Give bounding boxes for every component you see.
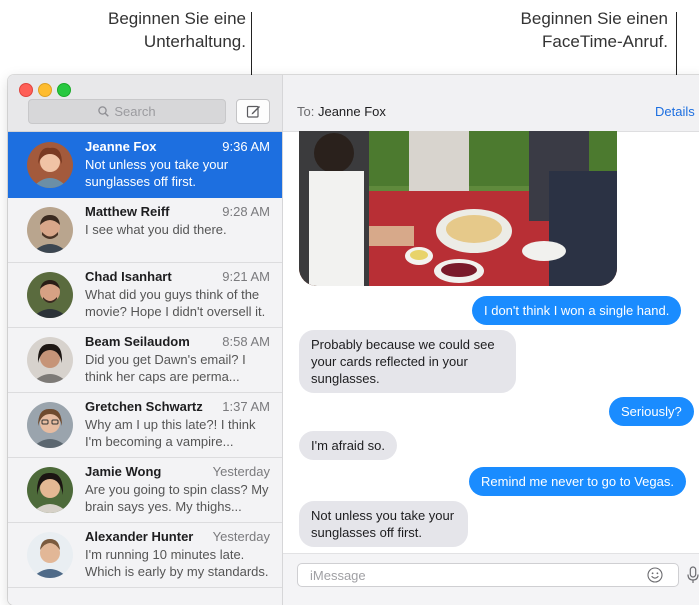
avatar [27,532,73,578]
message-preview: Why am I up this late?! I think I'm beco… [85,417,256,449]
recipient-name: Jeanne Fox [317,104,386,119]
message-time: 8:58 AM [222,334,270,349]
avatar [27,337,73,383]
message-preview: Not unless you take your sunglasses off … [85,157,229,189]
avatar [27,272,73,318]
contact-name: Alexander Hunter [85,529,194,544]
emoji-icon[interactable] [647,567,663,583]
compose-bar: iMessage [283,553,699,605]
details-button[interactable]: Details [655,104,695,119]
conversation-row[interactable]: Matthew Reiff 9:28 AM I see what you did… [8,197,282,263]
received-message[interactable]: I'm afraid so. [299,431,398,460]
avatar [27,402,73,448]
message-time: 1:37 AM [222,399,270,414]
message-time: 9:28 AM [222,204,270,219]
conversation-row[interactable]: Jamie Wong Yesterday Are you going to sp… [8,457,282,523]
sent-message[interactable]: Remind me never to go to Vegas. [469,467,686,496]
conversation-sidebar: Search Jeanne Fox 9:36 AM Not unless you… [8,75,283,605]
sidebar-toolbar: Search [8,75,282,132]
zoom-window-button[interactable] [57,83,71,97]
message-preview: I'm running 10 minutes late. Which is ea… [85,547,269,579]
message-input[interactable]: iMessage [297,563,679,587]
facetime-callout-line1: Beginnen Sie einen [520,9,668,28]
avatar [27,467,73,513]
conversation-row[interactable]: Alexander Hunter Yesterday I'm running 1… [8,522,282,588]
contact-name: Beam Seilaudom [85,334,190,349]
received-message[interactable]: Probably because we could see your cards… [299,330,516,393]
search-icon [98,106,110,117]
contact-name: Gretchen Schwartz [85,399,203,414]
contact-name: Matthew Reiff [85,204,170,219]
message-preview: Did you get Dawn's email? I think her ca… [85,352,246,384]
received-message[interactable]: Not unless you take your sunglasses off … [299,501,468,547]
message-preview: Are you going to spin class? My brain sa… [85,482,269,514]
facetime-callout: Beginnen Sie einen FaceTime-Anruf. [470,7,668,53]
message-time: 9:36 AM [222,139,270,154]
chat-header: To: Jeanne Fox Details [283,75,699,132]
compose-icon [246,105,260,118]
conversation-row[interactable]: Beam Seilaudom 8:58 AM Did you get Dawn'… [8,327,282,393]
microphone-icon[interactable] [687,566,699,584]
facetime-callout-line2: FaceTime-Anruf. [542,32,668,51]
message-preview: What did you guys think of the movie? Ho… [85,287,266,319]
messages-window: Search Jeanne Fox 9:36 AM Not unless you… [8,75,699,605]
avatar [27,207,73,253]
message-time: 9:21 AM [222,269,270,284]
search-placeholder: Search [114,104,156,119]
contact-name: Jeanne Fox [85,139,157,154]
contact-name: Chad Isanhart [85,269,172,284]
avatar [27,142,73,188]
message-time: Yesterday [212,464,270,479]
search-field[interactable]: Search [28,99,226,124]
compose-callout-line2: Unterhaltung. [143,32,246,51]
minimize-window-button[interactable] [38,83,52,97]
message-time: Yesterday [212,529,270,544]
contact-name: Jamie Wong [85,464,162,479]
compose-callout: Beginnen Sie eine Unterhaltung. [50,7,246,53]
shared-photo[interactable] [299,131,617,286]
conversation-row[interactable]: Jeanne Fox 9:36 AM Not unless you take y… [8,132,282,198]
to-prefix: To: [297,104,315,119]
message-preview: I see what you did there. [85,222,227,237]
sent-message[interactable]: I don't think I won a single hand. [472,296,682,325]
recipient-field[interactable]: To: Jeanne Fox [297,104,386,119]
conversation-row[interactable]: Chad Isanhart 9:21 AM What did you guys … [8,262,282,328]
compose-callout-line1: Beginnen Sie eine [107,9,246,28]
chat-pane: To: Jeanne Fox Details I don't think I w… [283,75,699,605]
conversation-row[interactable]: Gretchen Schwartz 1:37 AM Why am I up th… [8,392,282,458]
sent-message[interactable]: Seriously? [609,397,694,426]
compose-button[interactable] [236,99,270,124]
close-window-button[interactable] [19,83,33,97]
